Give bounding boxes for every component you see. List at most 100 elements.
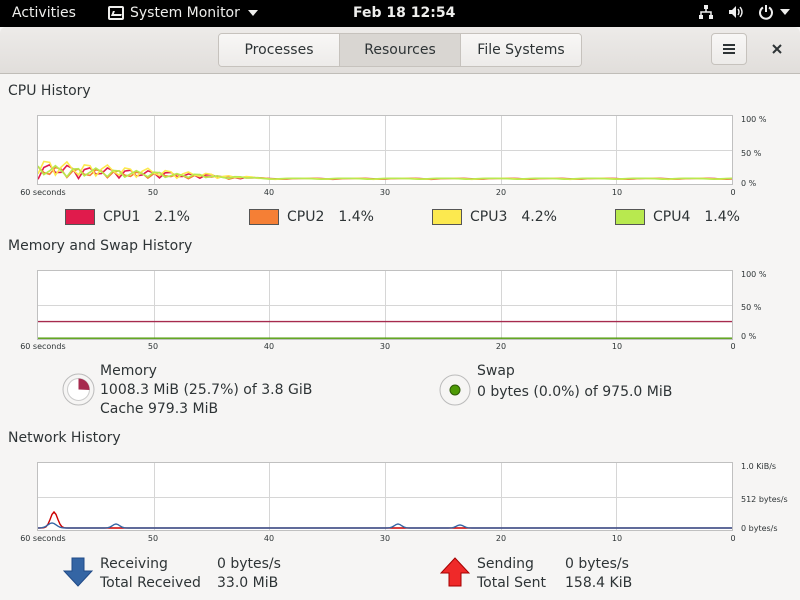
memory-y-label-0: 0 % xyxy=(741,332,757,341)
menu-button[interactable] xyxy=(711,33,747,65)
receiving-stats: Receiving Total Received xyxy=(100,555,201,593)
network-x-label: 0 xyxy=(730,534,736,543)
cpu1-value: 2.1% xyxy=(154,209,190,225)
network-y-label-0: 0 bytes/s xyxy=(741,524,778,533)
cpu4-legend[interactable]: CPU4 1.4% xyxy=(615,209,740,225)
cpu-x-label: 40 xyxy=(263,188,275,197)
sending-label: Sending xyxy=(477,556,534,572)
swap-value: 0 bytes (0.0%) of 975.0 MiB xyxy=(477,384,673,400)
tab-file-systems[interactable]: File Systems xyxy=(461,34,581,66)
memory-x-label: 20 xyxy=(495,342,507,351)
cpu-x-label: 30 xyxy=(379,188,391,197)
memory-stats: Memory 1008.3 MiB (25.7%) of 3.8 GiB Cac… xyxy=(100,362,312,419)
clock[interactable]: Feb 18 12:54 xyxy=(353,5,455,21)
receiving-values: 0 bytes/s 33.0 MiB xyxy=(217,555,281,593)
caret-down-icon xyxy=(247,10,258,16)
power-icon xyxy=(759,5,773,20)
cpu-graph-plot xyxy=(38,116,732,184)
network-y-label-mid: 512 bytes/s xyxy=(741,495,788,504)
tab-processes[interactable]: Processes xyxy=(219,34,340,66)
cpu1-color-swatch[interactable] xyxy=(65,209,95,225)
memory-x-label: 60 seconds xyxy=(20,342,66,351)
memory-graph-plot xyxy=(38,271,732,339)
cpu-x-label: 0 xyxy=(730,188,736,197)
volume-icon[interactable] xyxy=(728,4,744,20)
cpu3-label: CPU3 xyxy=(470,209,508,225)
power-menu[interactable] xyxy=(758,4,790,20)
hamburger-icon xyxy=(723,44,735,54)
memory-pie-icon[interactable] xyxy=(62,373,95,406)
cpu4-color-swatch[interactable] xyxy=(615,209,645,225)
total-sent-label: Total Sent xyxy=(477,575,547,591)
swap-stats: Swap 0 bytes (0.0%) of 975.0 MiB xyxy=(477,362,672,402)
cpu2-color-swatch[interactable] xyxy=(249,209,279,225)
network-y-label-max: 1.0 KiB/s xyxy=(741,462,777,471)
cpu4-label: CPU4 xyxy=(653,209,691,225)
network-icon[interactable] xyxy=(698,4,714,20)
sending-arrow-icon[interactable] xyxy=(440,557,470,587)
memory-x-label: 10 xyxy=(611,342,623,351)
activities-button[interactable]: Activities xyxy=(12,5,76,21)
cpu-x-label: 10 xyxy=(611,188,623,197)
swap-pie-icon[interactable] xyxy=(439,374,471,406)
memory-graph xyxy=(37,270,733,340)
receiving-arrow-icon[interactable] xyxy=(63,557,93,587)
receiving-label: Receiving xyxy=(100,556,168,572)
cpu3-color-swatch[interactable] xyxy=(432,209,462,225)
view-switcher: Processes Resources File Systems xyxy=(218,33,582,67)
cpu2-value: 1.4% xyxy=(338,209,374,225)
network-x-label: 10 xyxy=(611,534,623,543)
cpu2-legend[interactable]: CPU2 1.4% xyxy=(249,209,374,225)
top-bar: Activities System Monitor Feb 18 12:54 xyxy=(0,0,800,27)
memory-history-title: Memory and Swap History xyxy=(8,238,193,254)
memory-x-label: 30 xyxy=(379,342,391,351)
network-x-label: 60 seconds xyxy=(20,534,66,543)
cpu-y-label-0: 0 % xyxy=(741,179,757,188)
sending-stats: Sending Total Sent xyxy=(477,555,546,593)
cpu-y-label-100: 100 % xyxy=(741,115,767,124)
network-history-title: Network History xyxy=(8,430,121,446)
receiving-value: 0 bytes/s xyxy=(217,556,281,572)
tab-resources[interactable]: Resources xyxy=(340,34,461,66)
system-monitor-icon xyxy=(108,6,124,20)
network-x-label: 50 xyxy=(147,534,159,543)
memory-label: Memory xyxy=(100,363,157,379)
memory-y-label-100: 100 % xyxy=(741,270,767,279)
network-graph-plot xyxy=(38,463,732,530)
memory-x-label: 50 xyxy=(147,342,159,351)
memory-x-label: 0 xyxy=(730,342,736,351)
cpu2-label: CPU2 xyxy=(287,209,325,225)
app-menu[interactable]: System Monitor xyxy=(108,5,258,21)
cpu-graph xyxy=(37,115,733,185)
network-x-label: 30 xyxy=(379,534,391,543)
total-sent-value: 158.4 KiB xyxy=(565,575,633,591)
sending-value: 0 bytes/s xyxy=(565,556,629,572)
sending-values: 0 bytes/s 158.4 KiB xyxy=(565,555,632,593)
app-name: System Monitor xyxy=(130,5,240,21)
header-bar: Processes Resources File Systems xyxy=(0,27,800,74)
cpu-history-title: CPU History xyxy=(8,83,91,99)
cpu-x-label: 20 xyxy=(495,188,507,197)
memory-y-label-50: 50 % xyxy=(741,303,762,312)
cpu3-legend[interactable]: CPU3 4.2% xyxy=(432,209,557,225)
swap-label: Swap xyxy=(477,363,515,379)
cpu3-value: 4.2% xyxy=(521,209,557,225)
network-graph xyxy=(37,462,733,531)
caret-down-icon xyxy=(780,9,790,15)
network-x-label: 40 xyxy=(263,534,275,543)
close-button[interactable] xyxy=(762,33,792,65)
cpu1-legend[interactable]: CPU1 2.1% xyxy=(65,209,190,225)
total-received-value: 33.0 MiB xyxy=(217,575,279,591)
network-x-label: 20 xyxy=(495,534,507,543)
memory-value: 1008.3 MiB (25.7%) of 3.8 GiB xyxy=(100,382,313,398)
close-icon xyxy=(772,44,782,54)
cpu-x-label: 50 xyxy=(147,188,159,197)
cpu1-label: CPU1 xyxy=(103,209,141,225)
cpu-y-label-50: 50 % xyxy=(741,149,762,158)
memory-x-label: 40 xyxy=(263,342,275,351)
cpu4-value: 1.4% xyxy=(704,209,740,225)
total-received-label: Total Received xyxy=(100,575,201,591)
cache-value: Cache 979.3 MiB xyxy=(100,401,219,417)
system-tray[interactable] xyxy=(698,4,790,20)
cpu-x-label: 60 seconds xyxy=(20,188,66,197)
